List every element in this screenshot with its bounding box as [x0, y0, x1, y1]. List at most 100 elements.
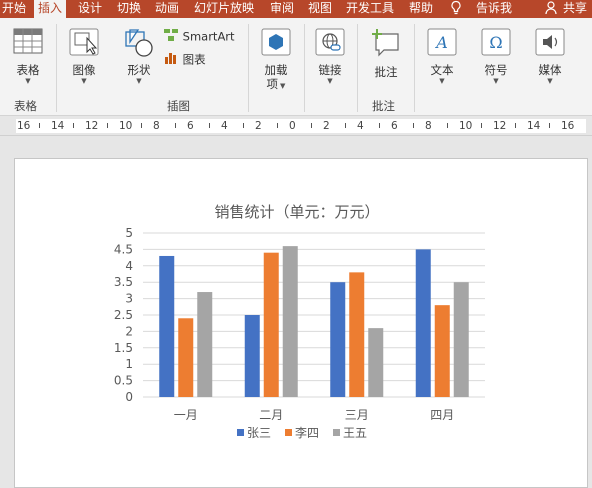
svg-text:A: A: [434, 33, 448, 52]
ruler-label: 4: [221, 120, 228, 132]
ruler-label: 0: [289, 120, 296, 132]
tab-design[interactable]: 设计: [78, 0, 102, 18]
ruler-label: 6: [187, 120, 194, 132]
y-tick-label: 1.5: [114, 341, 133, 355]
chevron-down-icon: ▼: [547, 77, 553, 85]
symbols-label: 符号: [484, 63, 508, 77]
y-tick-label: 2: [125, 324, 133, 338]
symbols-button[interactable]: Ω 符号 ▼: [476, 28, 516, 85]
ruler-tick: [39, 123, 40, 128]
chevron-down-icon: ▼: [81, 77, 87, 85]
chart-label: 图表: [182, 52, 206, 67]
ruler-tick: [209, 123, 210, 128]
ruler-label: 6: [391, 120, 398, 132]
tab-transitions[interactable]: 切换: [117, 0, 141, 18]
tab-help[interactable]: 帮助: [409, 0, 433, 18]
ruler-tick: [345, 123, 346, 128]
ruler-track: 16 14 12 10 8 6 4 2 0 2 4 6 8 10 12 14 16: [16, 119, 586, 133]
table-icon: [8, 28, 48, 57]
bar: [178, 318, 194, 397]
addins-label-line1: 加载: [264, 63, 288, 77]
sales-chart[interactable]: 销售统计（单元：万元） 0 0.5 1 1.5 2 2.5 3 3.5 4 4.5 5 一月 二月 三月 四月…: [15, 159, 589, 488]
ribbon-panel: 表格 ▼ 表格 图像 ▼ 形状 ▼ SmartArt 图表 插图 加载 项 ▼ …: [0, 18, 592, 116]
bar: [282, 246, 298, 397]
ruler-tick: [549, 123, 550, 128]
comment-button[interactable]: 批注: [366, 28, 406, 79]
speaker-icon: [530, 28, 570, 59]
media-button[interactable]: 媒体 ▼: [530, 28, 570, 85]
smartart-button[interactable]: SmartArt: [163, 28, 239, 45]
shapes-label: 形状: [127, 63, 151, 77]
lightbulb-icon[interactable]: [450, 0, 464, 18]
shapes-button[interactable]: 形状 ▼: [118, 28, 160, 85]
tab-slideshow[interactable]: 幻灯片放映: [194, 0, 254, 18]
chevron-down-icon: ▼: [25, 77, 31, 85]
y-tick-label: 5: [125, 226, 133, 240]
smartart-icon: [163, 28, 179, 45]
chevron-down-icon: ▼: [136, 77, 142, 85]
ruler-tick: [73, 123, 74, 128]
x-category-label: 四月: [430, 408, 454, 422]
ruler-tick: [141, 123, 142, 128]
x-category-label: 一月: [174, 408, 198, 422]
addins-label-line2: 项: [266, 77, 279, 91]
chevron-down-icon: ▼: [280, 82, 286, 90]
group-separator: [248, 24, 249, 112]
tab-insert[interactable]: 插入: [34, 0, 67, 18]
chart-title: 销售统计（单元：万元）: [214, 203, 379, 221]
share-button[interactable]: 共享: [563, 0, 587, 18]
link-button[interactable]: 链接 ▼: [310, 28, 350, 85]
y-tick-label: 0.5: [114, 374, 133, 388]
ruler-tick: [311, 123, 312, 128]
bar: [197, 292, 213, 397]
tab-home[interactable]: 开始: [2, 0, 26, 18]
chevron-down-icon: ▼: [327, 77, 333, 85]
ruler-label: 8: [153, 120, 160, 132]
svg-text:Ω: Ω: [489, 33, 502, 52]
addins-button[interactable]: 加载 项 ▼: [256, 28, 296, 91]
y-tick-label: 3: [125, 292, 133, 306]
legend-swatch: [285, 429, 292, 436]
tab-developer[interactable]: 开发工具: [346, 0, 394, 18]
y-tick-label: 3.5: [114, 275, 133, 289]
image-label: 图像: [72, 63, 96, 77]
y-tick-label: 1: [125, 357, 133, 371]
legend-swatch: [333, 429, 340, 436]
link-label: 链接: [318, 63, 342, 77]
chevron-down-icon: ▼: [493, 77, 499, 85]
y-tick-label: 0: [125, 390, 133, 404]
ruler-tick: [277, 123, 278, 128]
slide-canvas[interactable]: 销售统计（单元：万元） 0 0.5 1 1.5 2 2.5 3 3.5 4 4.5 5 一月 二月 三月 四月…: [14, 158, 588, 488]
tell-me-search[interactable]: 告诉我: [476, 0, 512, 18]
bar: [159, 255, 175, 397]
powerpoint-window: 开始 插入 设计 切换 动画 幻灯片放映 审阅 视图 开发工具 帮助 告诉我 共…: [0, 0, 592, 488]
y-tick-label: 2.5: [114, 308, 133, 322]
ruler-tick: [243, 123, 244, 128]
media-label: 媒体: [538, 63, 562, 77]
tab-review[interactable]: 审阅: [270, 0, 294, 18]
group-separator: [357, 24, 358, 112]
text-button[interactable]: A 文本 ▼: [422, 28, 462, 85]
ruler-tick: [379, 123, 380, 128]
person-icon[interactable]: [545, 0, 561, 18]
group-label-illustrations: 插图: [167, 99, 190, 113]
ruler-tick: [175, 123, 176, 128]
chart-button[interactable]: 图表: [163, 51, 223, 68]
image-button[interactable]: 图像 ▼: [64, 28, 104, 85]
ruler-label: 10: [119, 120, 133, 132]
tab-view[interactable]: 视图: [308, 0, 332, 18]
table-button[interactable]: 表格 ▼: [8, 28, 48, 85]
bar: [244, 315, 260, 397]
x-category-label: 二月: [259, 408, 283, 422]
tab-animations[interactable]: 动画: [155, 0, 179, 18]
legend-label: 王五: [343, 426, 367, 440]
ruler-label: 16: [17, 120, 31, 132]
ruler-label: 2: [255, 120, 262, 132]
group-separator: [414, 24, 415, 112]
group-separator: [56, 24, 57, 112]
horizontal-ruler[interactable]: 16 14 12 10 8 6 4 2 0 2 4 6 8 10 12 14 16: [0, 116, 592, 136]
bar: [330, 282, 346, 397]
smartart-label: SmartArt: [182, 29, 235, 44]
comment-label: 批注: [374, 65, 398, 79]
x-category-label: 三月: [345, 408, 369, 422]
